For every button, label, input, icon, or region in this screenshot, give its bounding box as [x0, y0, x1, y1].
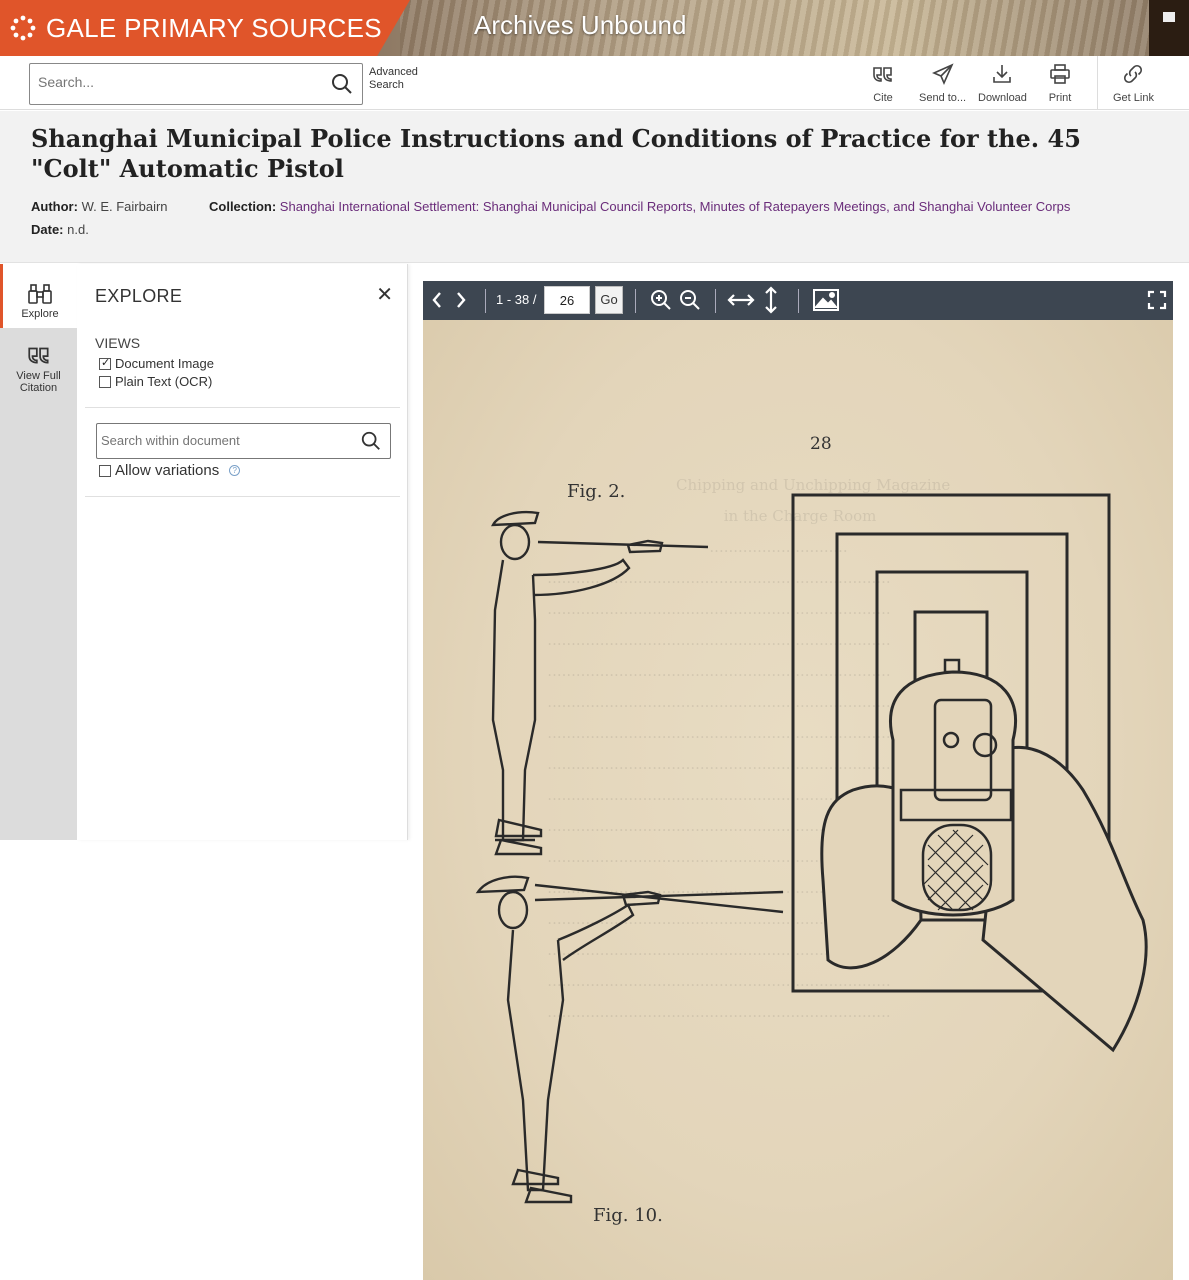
view-option-label: Plain Text (OCR) [115, 374, 213, 389]
checkbox-checked[interactable] [99, 356, 111, 370]
page-range: 1 - 38 / [496, 292, 537, 307]
document-page-image[interactable]: Chipping and Unchipping Magazine in the … [423, 320, 1173, 1280]
fit-height-icon[interactable] [763, 286, 779, 314]
send-to-label: Send to... [919, 92, 967, 104]
allow-variations-option[interactable]: Allow variations ? [99, 462, 241, 479]
toolbar-divider [1097, 56, 1098, 110]
get-link-label: Get Link [1113, 92, 1154, 104]
go-button[interactable]: Go [595, 286, 623, 314]
printed-page-number: 28 [810, 434, 832, 454]
chevron-right-icon[interactable] [455, 291, 467, 309]
checkbox-unchecked[interactable] [99, 464, 111, 477]
toolbar-separator [715, 289, 716, 313]
help-icon[interactable]: ? [229, 465, 241, 476]
zoom-out-icon[interactable] [678, 288, 702, 312]
close-icon[interactable]: ✕ [376, 282, 393, 307]
page-illustrations [475, 493, 1148, 1204]
search-within-box [96, 423, 391, 459]
rail-explore-button[interactable]: Explore [0, 264, 77, 328]
advanced-search-link[interactable]: Advanced Search [369, 66, 429, 92]
chevron-left-icon[interactable] [431, 291, 443, 309]
brand-logo-link[interactable]: GALE PRIMARY SOURCES [0, 0, 410, 56]
figure-caption-bottom: Fig. 10. [593, 1205, 663, 1226]
get-link-button[interactable]: Get Link [1113, 62, 1154, 104]
toolbar-separator [635, 289, 636, 313]
page-number-input[interactable] [544, 286, 590, 314]
rail-explore-label: Explore [21, 308, 59, 320]
toolbar-separator [485, 289, 486, 313]
paper-plane-icon [931, 63, 954, 85]
figure-standing-aim-2 [475, 875, 784, 1204]
explore-panel: EXPLORE ✕ VIEWS Document Image Plain Tex… [77, 264, 408, 840]
printer-icon [1050, 64, 1070, 84]
binoculars-icon [28, 284, 52, 304]
search-toolbar: Advanced Search Cite Send to... Download… [0, 56, 1189, 110]
search-within-input[interactable] [101, 433, 351, 448]
explore-title: EXPLORE [95, 286, 183, 306]
quote-icon [27, 347, 49, 364]
search-icon[interactable] [360, 430, 382, 452]
viewer-toolbar: 1 - 38 / Go [423, 281, 1173, 320]
link-icon [1124, 64, 1143, 84]
download-label: Download [978, 92, 1027, 104]
rail-citation-button[interactable]: View Full Citation [0, 342, 77, 402]
fit-width-icon[interactable] [727, 290, 755, 310]
print-button[interactable]: Print [1048, 62, 1072, 104]
checkbox-unchecked[interactable] [99, 375, 111, 388]
download-button[interactable]: Download [978, 62, 1027, 104]
search-input[interactable] [38, 74, 318, 90]
image-options-icon[interactable] [812, 288, 840, 312]
date-meta: Date: n.d. [31, 222, 89, 237]
date-label: Date: [31, 222, 64, 237]
cite-button[interactable]: Cite [871, 62, 895, 104]
divider [85, 407, 400, 408]
collection-label: Collection: [209, 199, 277, 214]
gale-logo-icon [10, 15, 36, 41]
banner-corner [1149, 0, 1189, 56]
collection-name: Archives Unbound [474, 10, 687, 40]
zoom-in-icon[interactable] [649, 288, 673, 312]
view-plain-text[interactable]: Plain Text (OCR) [99, 374, 212, 389]
toolbar-separator [798, 289, 799, 313]
print-label: Print [1048, 92, 1072, 104]
quote-icon [873, 67, 892, 82]
document-header: Shanghai Municipal Police Instructions a… [0, 111, 1189, 263]
view-document-image[interactable]: Document Image [99, 356, 214, 371]
date-value: n.d. [67, 222, 89, 237]
divider [85, 496, 400, 497]
search-box [29, 63, 363, 105]
fullscreen-icon[interactable] [1147, 290, 1167, 310]
figure-standing-aim [491, 511, 709, 856]
author-value: W. E. Fairbairn [81, 199, 168, 214]
collection-link[interactable]: Shanghai International Settlement: Shang… [280, 199, 1071, 214]
views-label: VIEWS [95, 335, 141, 351]
search-icon[interactable] [330, 72, 354, 96]
brand-name: GALE PRIMARY SOURCES [46, 12, 382, 43]
cite-label: Cite [873, 92, 893, 104]
author-label: Author: [31, 199, 78, 214]
download-icon [993, 65, 1012, 83]
allow-variations-label: Allow variations [115, 462, 220, 479]
document-title: Shanghai Municipal Police Instructions a… [31, 124, 1081, 183]
view-option-label: Document Image [115, 356, 214, 371]
top-banner: GALE PRIMARY SOURCES Archives Unbound [0, 0, 1189, 56]
author-meta: Author: W. E. Fairbairn [31, 199, 168, 214]
left-rail: Explore View Full Citation [0, 264, 77, 840]
figure-caption-top: Fig. 2. [567, 481, 626, 502]
send-to-button[interactable]: Send to... [919, 62, 966, 104]
rail-citation-label: View Full Citation [16, 370, 61, 394]
collection-meta: Collection: Shanghai International Settl… [209, 199, 1070, 214]
